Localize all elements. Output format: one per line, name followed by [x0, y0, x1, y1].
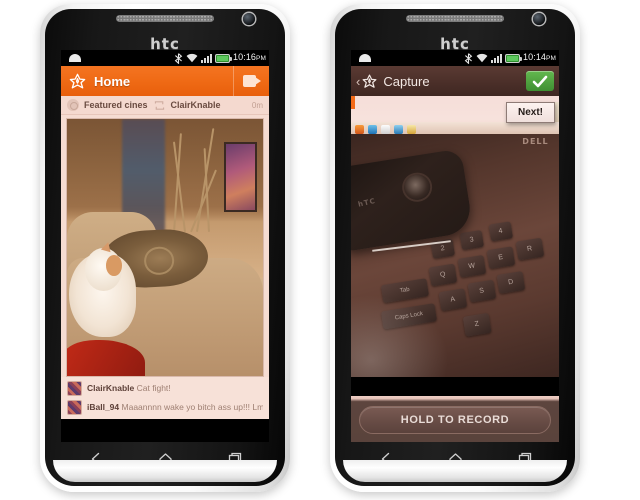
video-camera-button[interactable] [233, 66, 269, 96]
signal-bars-icon [491, 53, 503, 63]
next-tooltip[interactable]: Next! [505, 102, 555, 123]
screen-left: 10:16PM Home Featured cines ClairKnable … [61, 50, 269, 442]
key-w: W [457, 254, 487, 278]
battery-icon [215, 53, 233, 63]
phone-bezel-right: htc 10:14PM ‹ Capture DELL Tab Q W E R A… [335, 9, 575, 486]
subject-phone-camera-icon [401, 172, 432, 202]
earpiece-speaker-icon [406, 15, 504, 22]
key-z: Z [462, 313, 492, 337]
bluetooth-icon [174, 52, 183, 64]
notification-indicator-icon [359, 54, 371, 62]
app-bar-capture: ‹ Capture [351, 66, 559, 96]
comments-list: ClairKnable Cat fight! iBall_94 Maaannnn… [61, 377, 269, 419]
camera-viewfinder[interactable]: DELL Tab Caps Lock Q W E R A S D Z 2 3 [351, 96, 559, 377]
video-frame-cat [66, 118, 264, 377]
status-bar-clock: 10:14PM [523, 52, 556, 63]
key-e: E [486, 246, 516, 270]
notification-indicator-icon [69, 54, 81, 62]
wifi-icon [186, 53, 198, 63]
front-camera-icon [533, 13, 545, 25]
earpiece-speaker-icon [116, 15, 214, 22]
record-bar: HOLD TO RECORD [351, 396, 559, 442]
phone-device-right: htc 10:14PM ‹ Capture DELL Tab Q W E R A… [330, 4, 580, 492]
device-chin-left [53, 460, 277, 482]
status-bar-clock: 10:16PM [233, 52, 266, 63]
hold-to-record-button[interactable]: HOLD TO RECORD [359, 406, 551, 434]
video-player[interactable] [61, 115, 269, 377]
list-item[interactable]: ClairKnable Cat fight! [61, 379, 269, 398]
laptop-brand-label: DELL [522, 137, 549, 147]
recording-marker [351, 96, 355, 109]
feed-user-name[interactable]: ClairKnable [171, 100, 221, 110]
checkmark-icon [532, 75, 548, 87]
wall-picture-frame [223, 142, 258, 212]
app-bar-home: Home [61, 66, 269, 96]
key-d: D [496, 271, 526, 295]
battery-icon [505, 53, 523, 63]
bluetooth-icon [464, 52, 473, 64]
screenshot-canvas: htc 10:16PM Home Featured cines ClairKna… [0, 0, 640, 500]
video-camera-icon [242, 75, 261, 87]
feed-timestamp: 0m [251, 100, 263, 110]
repost-icon [154, 100, 164, 110]
app-bar-title: Home [94, 73, 131, 89]
key-r: R [515, 237, 545, 261]
key-4: 4 [488, 221, 513, 242]
avatar [67, 381, 82, 396]
app-pinwheel-logo-icon [362, 74, 377, 88]
key-3: 3 [459, 230, 484, 250]
dried-branches [161, 124, 228, 233]
avatar [67, 400, 82, 415]
comment-text: ClairKnable Cat fight! [87, 383, 171, 394]
confirm-button[interactable] [526, 71, 554, 91]
screen-right: 10:14PM ‹ Capture DELL Tab Q W E R A S D… [351, 50, 559, 442]
signal-bars-icon [201, 53, 213, 63]
front-camera-icon [243, 13, 255, 25]
feed-source-bar: Featured cines ClairKnable 0m [61, 96, 269, 115]
status-bar-left: 10:16PM [61, 50, 269, 66]
app-bar-title: Capture [383, 73, 430, 89]
device-chin-right [343, 460, 567, 482]
key-q: Q [428, 263, 458, 287]
key-s: S [467, 279, 497, 303]
app-pinwheel-logo-icon [69, 73, 86, 89]
phone-bezel-left: htc 10:16PM Home Featured cines ClairKna… [45, 9, 285, 486]
chevron-left-icon[interactable]: ‹ [356, 74, 360, 89]
status-bar-right: 10:14PM [351, 50, 559, 66]
comment-text: iBall_94 Maaannnn wake yo bitch ass up!!… [87, 402, 263, 413]
phone-device-left: htc 10:16PM Home Featured cines ClairKna… [40, 4, 290, 492]
list-item[interactable]: iBall_94 Maaannnn wake yo bitch ass up!!… [61, 398, 269, 417]
featured-circle-icon [67, 99, 79, 111]
feed-source-label: Featured cines [84, 100, 148, 110]
subject-phone-brand: hTC [357, 196, 377, 209]
wifi-icon [476, 53, 488, 63]
